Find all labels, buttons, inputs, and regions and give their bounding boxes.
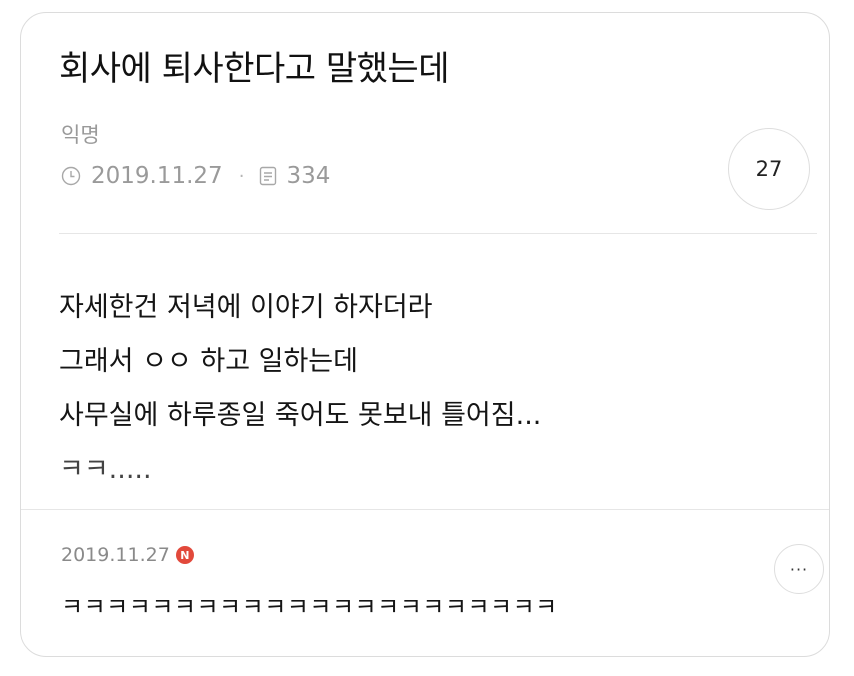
document-icon — [258, 166, 278, 186]
meta-separator: · — [238, 165, 245, 187]
author-name: 익명 — [61, 123, 100, 147]
view-count: 334 — [286, 163, 331, 189]
reply-divider — [21, 509, 829, 510]
header-divider — [59, 233, 817, 234]
body-line: 사무실에 하루종일 죽어도 못보내 틀어짐... — [59, 400, 542, 431]
body-line: 자세한건 저녁에 이야기 하자더라 — [59, 292, 433, 323]
post-card: 회사에 퇴사한다고 말했는데 익명 2019.11.27 · 334 27 자세… — [20, 12, 830, 657]
reply-meta: 2019.11.27 N — [61, 544, 194, 566]
post-date: 2019.11.27 — [91, 163, 223, 189]
body-line: 그래서 ㅇㅇ 하고 일하는데 — [59, 346, 358, 377]
comment-count: 27 — [755, 157, 783, 181]
post-body: 자세한건 저녁에 이야기 하자더라 그래서 ㅇㅇ 하고 일하는데 사무실에 하루… — [59, 281, 541, 497]
body-line: ㅋㅋ..... — [59, 454, 152, 485]
comment-count-button[interactable]: 27 — [728, 128, 810, 210]
reply-date: 2019.11.27 — [61, 544, 170, 566]
more-icon: ··· — [789, 559, 809, 579]
clock-icon — [61, 166, 81, 186]
reply-text: ㅋㅋㅋㅋㅋㅋㅋㅋㅋㅋㅋㅋㅋㅋㅋㅋㅋㅋㅋㅋㅋㅋ — [61, 593, 558, 621]
new-badge-icon: N — [175, 546, 194, 564]
post-meta: 2019.11.27 · 334 — [61, 163, 330, 189]
more-button[interactable]: ··· — [774, 544, 824, 594]
post-title: 회사에 퇴사한다고 말했는데 — [59, 49, 449, 89]
